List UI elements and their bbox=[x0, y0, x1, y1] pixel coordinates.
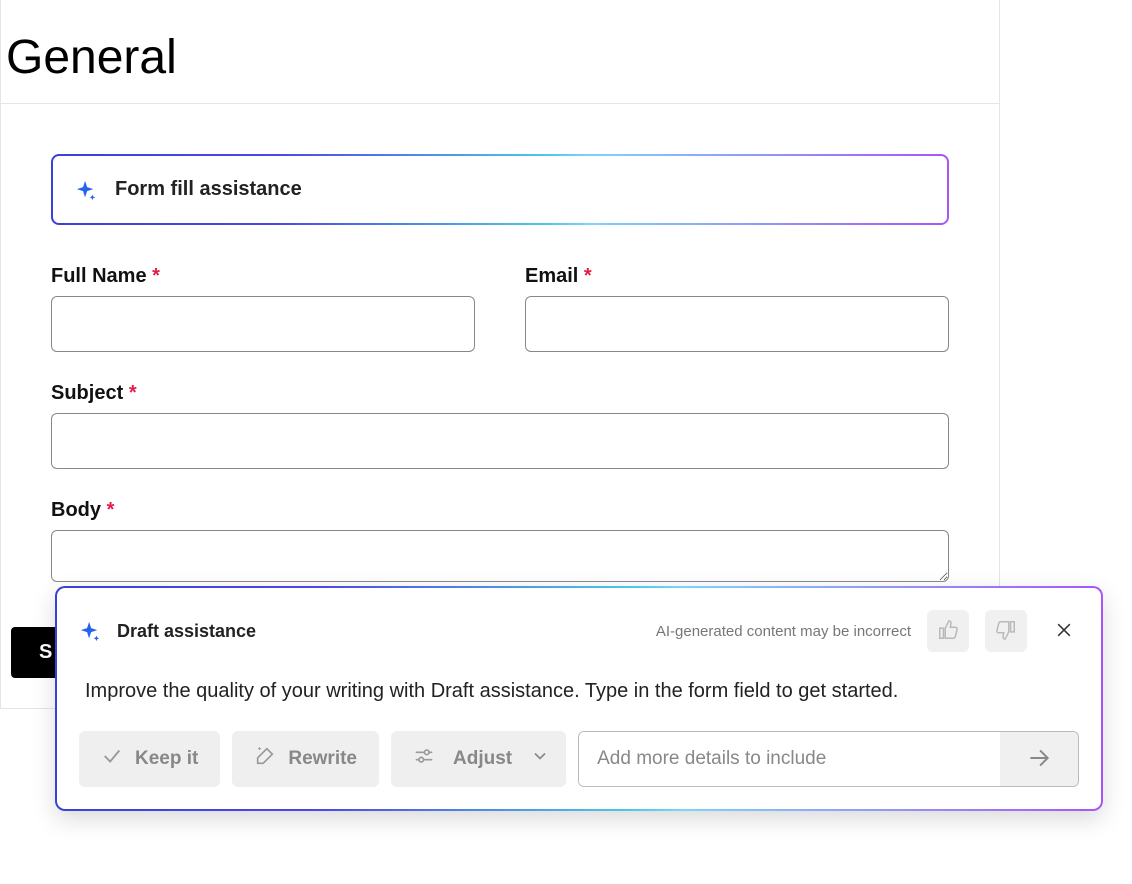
required-marker: * bbox=[107, 499, 115, 521]
keep-it-label: Keep it bbox=[135, 748, 198, 770]
thumbs-up-icon bbox=[937, 619, 959, 644]
draft-header: Draft assistance AI-generated content ma… bbox=[79, 610, 1079, 652]
arrow-right-icon bbox=[1026, 745, 1052, 774]
full-name-label-text: Full Name bbox=[51, 265, 147, 287]
adjust-label: Adjust bbox=[453, 748, 512, 770]
draft-assistance-title: Draft assistance bbox=[117, 621, 256, 642]
draft-actions: Keep it Rewrite Adjust bbox=[79, 731, 1079, 787]
details-input[interactable] bbox=[579, 732, 1000, 786]
form-fill-assistance-label: Form fill assistance bbox=[115, 178, 302, 201]
body-field-group: Body * bbox=[51, 499, 949, 587]
form-fill-assistance-banner[interactable]: Form fill assistance bbox=[51, 154, 949, 225]
adjust-button[interactable]: Adjust bbox=[391, 731, 566, 787]
thumbs-down-icon bbox=[995, 619, 1017, 644]
sparkle-icon bbox=[75, 179, 97, 201]
send-button[interactable] bbox=[1000, 732, 1078, 786]
email-field-group: Email * bbox=[525, 265, 949, 352]
sparkle-icon bbox=[79, 620, 101, 642]
required-marker: * bbox=[152, 265, 160, 287]
chevron-down-icon bbox=[530, 746, 550, 772]
email-input[interactable] bbox=[525, 296, 949, 352]
email-label-text: Email bbox=[525, 265, 578, 287]
thumbs-up-button[interactable] bbox=[927, 610, 969, 652]
check-icon bbox=[101, 745, 123, 773]
required-marker: * bbox=[129, 382, 137, 404]
full-name-input[interactable] bbox=[51, 296, 475, 352]
rewrite-icon bbox=[254, 745, 276, 773]
form-area: Form fill assistance Full Name * Email * bbox=[1, 104, 999, 627]
adjust-icon bbox=[413, 745, 435, 773]
body-label: Body * bbox=[51, 499, 949, 522]
close-button[interactable] bbox=[1049, 616, 1079, 646]
subject-label: Subject * bbox=[51, 382, 949, 405]
thumbs-down-button[interactable] bbox=[985, 610, 1027, 652]
body-textarea[interactable] bbox=[51, 530, 949, 582]
subject-input[interactable] bbox=[51, 413, 949, 469]
draft-assistance-popup: Draft assistance AI-generated content ma… bbox=[55, 586, 1103, 811]
email-label: Email * bbox=[525, 265, 949, 288]
subject-field-group: Subject * bbox=[51, 382, 949, 469]
body-label-text: Body bbox=[51, 499, 101, 521]
keep-it-button[interactable]: Keep it bbox=[79, 731, 220, 787]
full-name-field-group: Full Name * bbox=[51, 265, 475, 352]
rewrite-button[interactable]: Rewrite bbox=[232, 731, 379, 787]
subject-label-text: Subject bbox=[51, 382, 123, 404]
draft-body-text: Improve the quality of your writing with… bbox=[79, 652, 1079, 731]
required-marker: * bbox=[584, 265, 592, 287]
rewrite-label: Rewrite bbox=[288, 748, 357, 770]
close-icon bbox=[1054, 620, 1074, 643]
details-input-wrap bbox=[578, 731, 1079, 787]
page-title: General bbox=[1, 0, 999, 104]
ai-disclaimer: AI-generated content may be incorrect bbox=[656, 623, 911, 640]
full-name-label: Full Name * bbox=[51, 265, 475, 288]
